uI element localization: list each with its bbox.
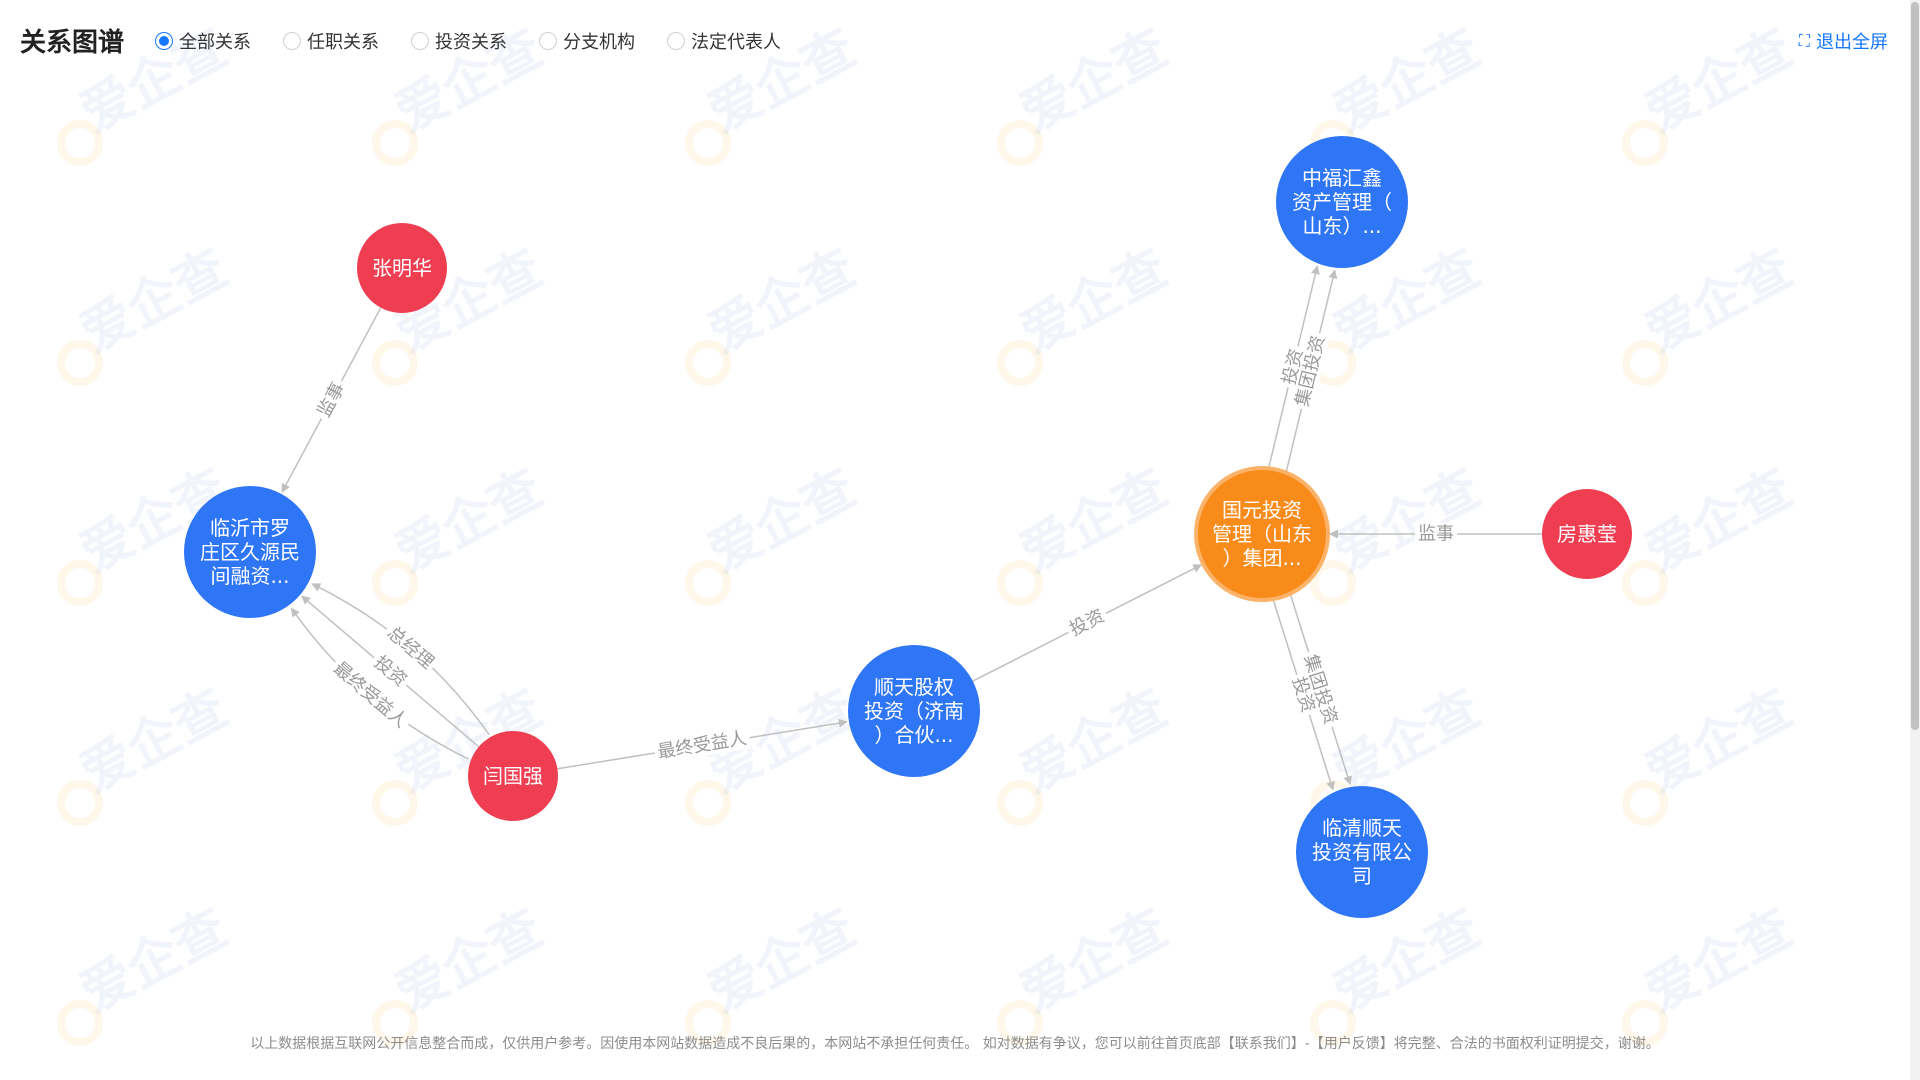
node-label: 顺天股权 [874, 675, 954, 699]
node-label: 国元投资 [1222, 498, 1302, 522]
nodes-layer: 张明华临沂市罗庄区久源民间融资... 闫国强 顺天股权投资（济南）合伙... 国元投资… [184, 136, 1632, 918]
node-company[interactable]: 中福汇鑫资产管理（山东）... [1276, 136, 1408, 268]
node-center[interactable]: 国元投资管理（山东）集团... [1194, 466, 1330, 602]
node-label: 中福汇鑫 [1302, 166, 1382, 190]
node-person[interactable]: 张明华 [357, 223, 447, 313]
node-company[interactable]: 临清顺天投资有限公司 [1296, 786, 1428, 918]
node-label: 闫国强 [483, 764, 543, 788]
node-label: 山东）... [1302, 214, 1381, 238]
node-label: ）合伙... [874, 723, 953, 747]
node-label: 间融资... [210, 564, 289, 588]
node-label: 管理（山东 [1212, 522, 1312, 546]
scrollbar[interactable] [1910, 0, 1920, 1080]
edge-label: 最终受益人 [656, 728, 748, 763]
edge-label: 监事 [1418, 524, 1454, 545]
node-label: 房惠莹 [1557, 522, 1617, 546]
relation-graph[interactable]: 监事最终受益人投资总经理最终受益人投资投资集团投资监事集团投资投资 张明华临沂市… [0, 0, 1910, 1080]
node-label: 投资有限公 [1312, 840, 1412, 864]
node-company[interactable]: 临沂市罗庄区久源民间融资... [184, 486, 316, 618]
scrollbar-thumb[interactable] [1911, 2, 1919, 730]
node-label: 张明华 [372, 256, 432, 280]
disclaimer-text: 以上数据根据互联网公开信息整合而成，仅供用户参考。因使用本网站数据造成不良后果的… [250, 1036, 1660, 1052]
node-label: ）集团... [1222, 546, 1301, 570]
node-label: 临清顺天 [1322, 816, 1402, 840]
node-company[interactable]: 顺天股权投资（济南）合伙... [848, 645, 980, 777]
node-label: 庄区久源民 [200, 540, 300, 564]
node-label: 投资（济南 [864, 699, 964, 723]
node-label: 司 [1352, 864, 1372, 888]
relation-edge[interactable] [290, 607, 469, 760]
node-label: 临沂市罗 [210, 516, 290, 540]
node-person[interactable]: 闫国强 [468, 731, 558, 821]
node-label: 资产管理（ [1292, 190, 1392, 214]
node-person[interactable]: 房惠莹 [1542, 489, 1632, 579]
